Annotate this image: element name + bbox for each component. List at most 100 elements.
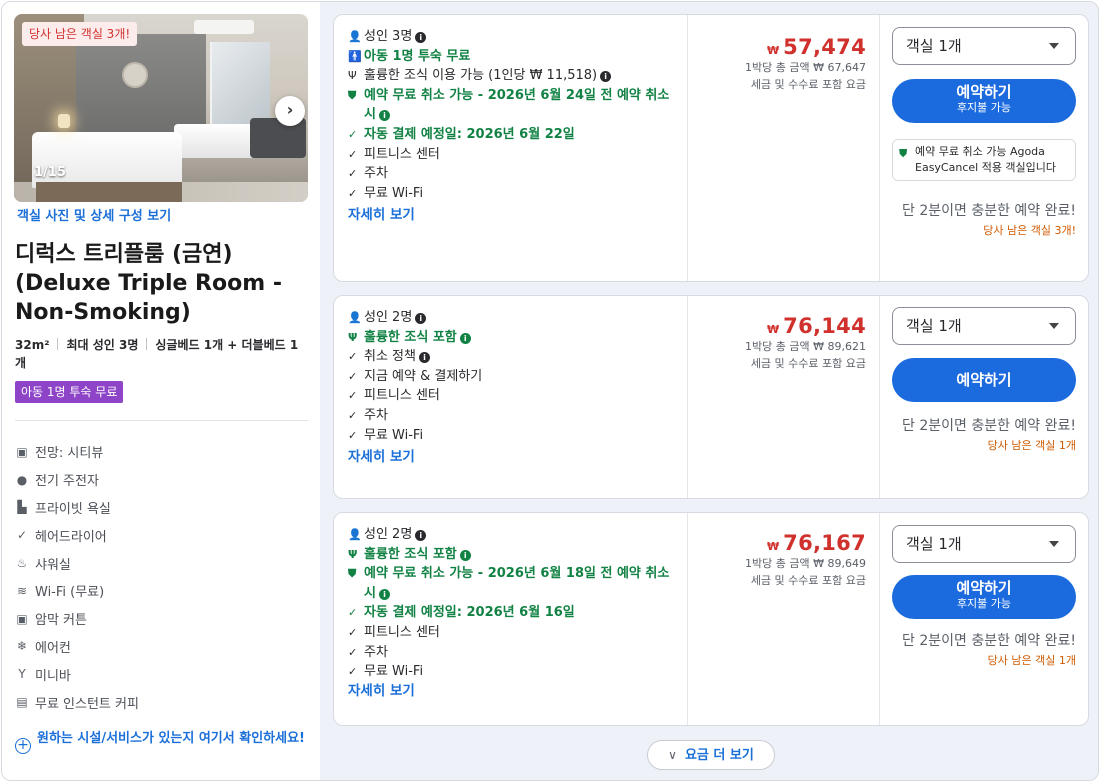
check-icon: ✓ <box>348 350 358 364</box>
amenity-label: 샤워실 <box>35 557 71 573</box>
currency-symbol: ₩ <box>767 44 780 57</box>
info-icon[interactable]: i <box>415 32 427 43</box>
feature-item: Ψ 훌륭한 조식 이용 가능 (1인당 ₩ 11,518) i <box>348 66 678 86</box>
feature-item: ⛊ 예약 무료 취소 가능 - 2026년 6월 24일 전 예약 취소 시i <box>348 86 678 125</box>
feature-item: ✓ 자동 결제 예정일: 2026년 6월 22일 <box>348 125 678 145</box>
feature-item: ✓ 자동 결제 예정일: 2026년 6월 16일 <box>348 603 678 623</box>
feature-item: Ψ 훌륭한 조식 포함 i <box>348 328 678 348</box>
feature-item: ✓ 주차 <box>348 164 678 184</box>
room-max-guests: 최대 성인 3명 <box>66 338 139 352</box>
shield-check-icon: ⛊ <box>899 147 908 160</box>
offer-features: 👤 성인 2명 i Ψ 훌륭한 조식 포함 i ✓ 취소 정책 i ✓ 지금 예약 & 결제하… <box>348 308 678 445</box>
booking-hint: 단 2분이면 충분한 예약 완료! 당사 남은 객실 1개 <box>892 631 1076 669</box>
amenity-label: Wi-Fi (무료) <box>35 585 105 601</box>
amenity-label: 미니바 <box>35 668 71 684</box>
currency-symbol: ₩ <box>767 540 780 553</box>
cutlery-icon: Ψ <box>348 547 358 561</box>
check-icon: ✓ <box>348 147 358 161</box>
amenity-item: ● 전기 주전자 <box>15 466 139 494</box>
feature-item: Ψ 훌륭한 조식 포함 i <box>348 545 678 565</box>
price-total-line: 1박당 총 금액 ₩ 67,647 <box>745 61 866 74</box>
person-icon: 👤 <box>348 528 362 541</box>
price-tax-line: 세금 및 수수료 포함 요금 <box>750 357 866 370</box>
info-icon[interactable]: i <box>415 313 427 324</box>
amenity-item: ❄ 에어컨 <box>15 633 139 661</box>
amenity-label: 전망: 시티뷰 <box>35 446 104 462</box>
check-icon: ✓ <box>348 127 358 141</box>
amenity-label: 에어컨 <box>35 640 71 656</box>
cutlery-icon: Ψ <box>348 69 357 83</box>
info-icon[interactable]: i <box>600 71 612 83</box>
info-icon[interactable]: i <box>378 110 390 122</box>
minibar-icon: Y <box>18 667 26 682</box>
check-icon: ✓ <box>348 408 358 422</box>
person-icon: 👤 <box>348 30 362 43</box>
info-icon[interactable]: i <box>459 332 471 344</box>
book-button[interactable]: 예약하기 후지불 가능 <box>892 575 1076 619</box>
more-rates-button[interactable]: ∨ 요금 더 보기 <box>647 740 775 770</box>
amenity-list: ▣ 전망: 시티뷰 ● 전기 주전자 ▙ 프라이빗 욕실 ✓ 헤어드라이어 ♨ 샤워실 ≋… <box>15 438 139 716</box>
photo-details-link[interactable]: 객실 사진 및 상세 구성 보기 <box>17 205 171 224</box>
shield-icon: ⛊ <box>348 567 357 581</box>
booking-hint: 단 2분이면 충분한 예약 완료! 당사 남은 객실 1개 <box>892 416 1076 454</box>
view-icon: ▣ <box>16 444 28 459</box>
book-button[interactable]: 예약하기 후지불 가능 <box>892 79 1076 123</box>
offer-features: 👤 성인 2명 i Ψ 훌륭한 조식 포함 i ⛊ 예약 무료 취소 가능 - 2026년… <box>348 525 678 682</box>
chevron-down-icon: ∨ <box>668 748 677 762</box>
shower-icon: ♨ <box>16 556 28 571</box>
amenity-label: 헤어드라이어 <box>35 529 107 545</box>
info-icon[interactable]: i <box>459 549 471 561</box>
room-count-select[interactable]: 객실 1개 <box>892 27 1076 65</box>
check-icon: ✓ <box>348 428 358 442</box>
amenity-label: 암막 커튼 <box>35 613 87 629</box>
check-icon: ✓ <box>348 369 358 383</box>
price-amount: 57,474 <box>783 35 866 59</box>
offer-details-link[interactable]: 자세히 보기 <box>348 203 415 223</box>
amenity-item: ≋ Wi-Fi (무료) <box>15 577 139 605</box>
room-title: 디럭스 트리플룸 (금연) (Deluxe Triple Room - Non-… <box>15 242 282 325</box>
photo-counter: 1/15 <box>34 165 66 180</box>
check-icon: ✓ <box>348 625 358 639</box>
offer-details-link[interactable]: 자세히 보기 <box>348 445 415 465</box>
offers-column: 👤 성인 3명 i 🚹 아동 1명 투숙 무료 Ψ 훌륭한 조식 이용 가능 (1인당 … <box>320 2 1098 780</box>
offer-details-link[interactable]: 자세히 보기 <box>348 679 415 699</box>
book-button[interactable]: 예약하기 <box>892 358 1076 402</box>
price-amount: 76,144 <box>783 314 866 338</box>
feature-item: ✓ 무료 Wi-Fi <box>348 184 678 204</box>
check-icon: ✓ <box>348 606 358 620</box>
amenity-label: 프라이빗 욕실 <box>35 501 111 517</box>
feature-item: ✓ 피트니스 센터 <box>348 623 678 643</box>
price-total-line: 1박당 총 금액 ₩ 89,649 <box>745 557 866 570</box>
offer-card: 👤 성인 2명 i Ψ 훌륭한 조식 포함 i ✓ 취소 정책 i ✓ 지금 예약 & 결제하… <box>333 295 1089 499</box>
wifi-icon: ≋ <box>16 583 28 598</box>
feature-item: ✓ 피트니스 센터 <box>348 145 678 165</box>
chevron-right-icon: › <box>286 100 294 119</box>
check-icon: ✓ <box>348 186 358 200</box>
room-count-select[interactable]: 객실 1개 <box>892 307 1076 345</box>
feature-item: ✓ 주차 <box>348 406 678 426</box>
info-icon[interactable]: i <box>378 588 390 600</box>
amenity-item: ▣ 암막 커튼 <box>15 605 139 633</box>
air-conditioner-icon: ❄ <box>16 639 28 654</box>
amenity-item: ▙ 프라이빗 욕실 <box>15 494 139 522</box>
plus-circle-icon: + <box>15 738 31 754</box>
info-icon[interactable]: i <box>415 530 427 541</box>
offer-card: 👤 성인 2명 i Ψ 훌륭한 조식 포함 i ⛊ 예약 무료 취소 가능 - 2026년… <box>333 512 1089 726</box>
facility-check-link[interactable]: + 원하는 시설/서비스가 있는지 여기서 확인하세요! <box>15 730 305 754</box>
room-count-select[interactable]: 객실 1개 <box>892 525 1076 563</box>
room-meta: 32m² 최대 성인 3명 싱글베드 1개 + 더블베드 1개 <box>15 336 305 372</box>
feature-item: 👤 성인 2명 i <box>348 308 678 328</box>
check-icon: ✓ <box>348 389 358 403</box>
feature-item: ✓ 무료 Wi-Fi <box>348 426 678 446</box>
amenity-item: ▤ 무료 인스턴트 커피 <box>15 688 139 716</box>
feature-item: ⛊ 예약 무료 취소 가능 - 2026년 6월 18일 전 예약 취소 시i <box>348 564 678 603</box>
hairdryer-icon: ✓ <box>16 528 28 543</box>
info-icon[interactable]: i <box>418 352 430 364</box>
photo-next-button[interactable]: › <box>275 96 305 126</box>
feature-item: ✓ 주차 <box>348 643 678 663</box>
offer-price: ₩76,167 1박당 총 금액 ₩ 89,649 세금 및 수수료 포함 요금 <box>745 531 866 589</box>
offer-price: ₩57,474 1박당 총 금액 ₩ 67,647 세금 및 수수료 포함 요금 <box>745 35 866 93</box>
room-size: 32m² <box>15 338 50 352</box>
easycancel-box: ⛊ 예약 무료 취소 가능 Agoda EasyCancel 적용 객실입니다 <box>892 139 1076 181</box>
amenity-label: 무료 인스턴트 커피 <box>35 696 139 712</box>
